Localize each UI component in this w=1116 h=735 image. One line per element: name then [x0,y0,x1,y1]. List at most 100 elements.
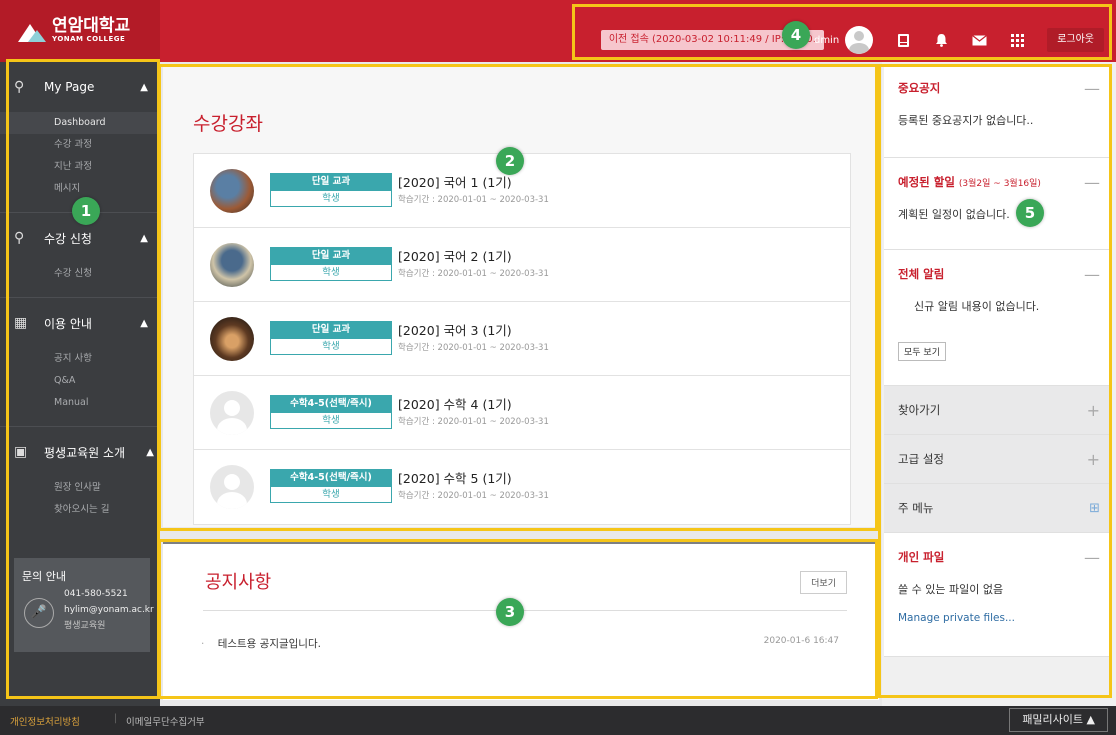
annotation-marker-5: 5 [1016,199,1044,227]
email-refuse-link[interactable]: 이메일무단수집거부 [126,714,205,728]
logo-english: YONAM COLLEGE [52,35,126,43]
logout-button[interactable]: 로그아웃 [1047,28,1104,52]
course-name-link[interactable]: [2020] 국어 2 (1기) [398,246,512,265]
sidebar-head-guide[interactable]: ▦ 이용 안내 ▲ [0,298,160,348]
course-period: 학습기간 : 2020-01-01 ~ 2020-03-31 [398,269,549,279]
course-name-link[interactable]: [2020] 수학 5 (1기) [398,468,512,487]
course-role-badge: 학생 [270,264,392,281]
block-header[interactable]: 예정된 할일 (3월2일 ~ 3월16일) — [884,158,1112,206]
notice-item[interactable]: · 테스트용 공지글입니다. 2020-01-6 16:47 [201,636,839,651]
chevron-up-icon: ▲ [140,81,148,93]
sidebar-item-qna[interactable]: Q&A [0,370,160,392]
collapse-icon[interactable]: — [1084,265,1100,284]
course-name-link[interactable]: [2020] 국어 3 (1기) [398,320,512,339]
course-period: 학습기간 : 2020-01-01 ~ 2020-03-31 [398,491,549,501]
course-item[interactable]: 단일 교과 학생 [2020] 국어 3 (1기) 학습기간 : 2020-01… [194,302,850,376]
bell-icon[interactable] [933,32,949,48]
left-sidebar: ⚲ My Page ▲ Dashboard 수강 과정 지난 과정 메시지 ⚲ … [0,62,160,706]
sidebar-item-messages[interactable]: 메시지 [0,178,160,200]
college-logo[interactable]: 연암대학교 YONAM COLLEGE [0,0,160,62]
block-title: 예정된 할일 [898,175,955,189]
sidebar-head-mypage[interactable]: ⚲ My Page ▲ [0,62,160,112]
book-icon: ▣ [14,444,28,460]
block-title: 찾아가기 [898,403,941,417]
view-all-button[interactable]: 모두 보기 [898,342,946,361]
course-type-badge: 수학4-5(선택/즉시) [270,395,392,412]
block-header[interactable]: 중요공지 — [884,64,1112,112]
map-icon: ▦ [14,315,28,331]
right-sidebar: 중요공지 — 등록된 중요공지가 없습니다.. 예정된 할일 (3월2일 ~ 3… [882,62,1116,706]
grid-icon[interactable] [1009,32,1025,48]
logo-mark-icon [18,20,46,42]
block-header[interactable]: 전체 알림 — [884,250,1112,298]
private-files-block: 개인 파일 — 쓸 수 있는 파일이 없음 Manage private fil… [884,533,1112,657]
block-title: 주 메뉴 [898,501,934,515]
user-name[interactable]: dmin [814,35,839,46]
manage-files-link[interactable]: Manage private files... [898,612,1015,624]
contact-email: hylim@yonam.ac.kr [64,605,154,615]
sidebar-head-about[interactable]: ▣ 평생교육원 소개 ▲ [0,427,160,477]
chevron-up-icon: ▲ [140,317,148,329]
course-role-badge: 학생 [270,486,392,503]
course-name-link[interactable]: [2020] 수학 4 (1기) [398,394,512,413]
chevron-up-icon: ▲ [146,446,154,458]
sidebar-section-about: ▣ 평생교육원 소개 ▲ 원장 인사말 찾아오시는 길 [0,427,160,533]
annotation-marker-4: 4 [782,21,810,49]
important-notice-block: 중요공지 — 등록된 중요공지가 없습니다.. [884,64,1112,158]
expand-icon[interactable]: + [1087,401,1100,420]
block-header[interactable]: 찾아가기 + [884,386,1112,434]
sidebar-item-greeting[interactable]: 원장 인사말 [0,477,160,499]
microphone-icon: 🎤 [24,598,54,628]
annotation-marker-2: 2 [496,147,524,175]
mail-icon[interactable] [971,32,987,48]
user-avatar[interactable] [845,26,874,54]
block-header[interactable]: 고급 설정 + [884,435,1112,483]
notice-text[interactable]: 테스트용 공지글입니다. [218,638,321,650]
block-title: 개인 파일 [898,550,945,564]
sidebar-item-notices[interactable]: 공지 사항 [0,348,160,370]
course-item[interactable]: 단일 교과 학생 [2020] 국어 2 (1기) 학습기간 : 2020-01… [194,228,850,302]
course-period: 학습기간 : 2020-01-01 ~ 2020-03-31 [398,343,549,353]
contact-info-box: 문의 안내 🎤 041-580-5521 hylim@yonam.ac.kr 평… [14,558,154,652]
sidebar-item-past-courses[interactable]: 지난 과정 [0,156,160,178]
block-body: 등록된 중요공지가 없습니다.. [898,114,1034,127]
navigation-block: 찾아가기 + [884,386,1112,435]
sidebar-title: 평생교육원 소개 [44,445,126,460]
more-button[interactable]: 더보기 [800,571,847,594]
annotation-marker-3: 3 [496,598,524,626]
divider [203,610,847,611]
course-panel: 수강강좌 단일 교과 학생 [2020] 국어 1 (1기) 학습기간 : 20… [163,65,879,527]
course-type-badge: 단일 교과 [270,173,392,190]
course-type-badge: 단일 교과 [270,321,392,338]
chevron-up-icon: ▲ [140,232,148,244]
privacy-policy-link[interactable]: 개인정보처리방침 [10,714,80,728]
sidebar-title: 수강 신청 [44,231,92,246]
course-type-badge: 단일 교과 [270,247,392,264]
block-header[interactable]: 개인 파일 — [884,533,1112,581]
sidebar-title: 이용 안내 [44,316,92,331]
main-menu-block: 주 메뉴 ⊞ [884,484,1112,533]
grid-add-icon[interactable]: ⊞ [1089,501,1100,516]
block-header[interactable]: 주 메뉴 ⊞ [884,484,1112,532]
course-role-badge: 학생 [270,338,392,355]
sidebar-section-enroll: ⚲ 수강 신청 ▲ 수강 신청 [0,213,160,298]
expand-icon[interactable]: + [1087,450,1100,469]
default-avatar-icon [210,391,254,435]
course-item[interactable]: 수학4-5(선택/즉시) 학생 [2020] 수학 4 (1기) 학습기간 : … [194,376,850,450]
bullet-icon: · [201,638,205,650]
course-thumbnail [210,317,254,361]
sidebar-item-manual[interactable]: Manual [0,392,160,414]
sidebar-item-enroll[interactable]: 수강 신청 [0,263,160,285]
collapse-icon[interactable]: — [1084,79,1100,98]
sidebar-item-dashboard[interactable]: Dashboard [0,112,160,134]
family-site-select[interactable]: 패밀리사이트 ▲ [1009,708,1108,732]
sidebar-item-directions[interactable]: 찾아오시는 길 [0,499,160,521]
course-name-link[interactable]: [2020] 국어 1 (1기) [398,172,512,191]
collapse-icon[interactable]: — [1084,548,1100,567]
course-item[interactable]: 수학4-5(선택/즉시) 학생 [2020] 수학 5 (1기) 학습기간 : … [194,450,850,524]
collapse-icon[interactable]: — [1084,173,1100,192]
block-body: 쓸 수 있는 파일이 없음 [898,583,1004,596]
tablet-icon[interactable] [895,32,911,48]
sidebar-item-courses[interactable]: 수강 과정 [0,134,160,156]
contact-dept: 평생교육원 [64,621,106,631]
